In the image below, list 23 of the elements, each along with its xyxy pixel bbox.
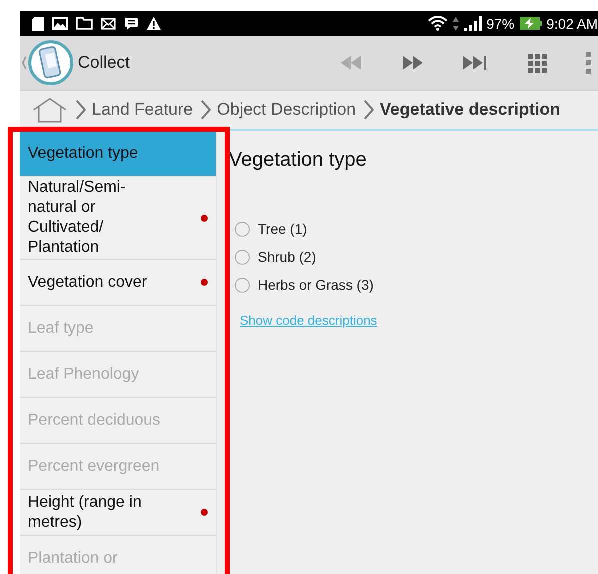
breadcrumb-item[interactable]: Land Feature	[92, 100, 194, 120]
radio-label: Herbs or Grass (3)	[258, 277, 374, 293]
sidebar-item-label: Height (range in metres)	[28, 492, 143, 532]
sidebar-item[interactable]: Vegetation cover	[20, 260, 216, 306]
sidebar-item-label: Vegetation cover	[28, 272, 148, 292]
sidebar-item-label: Plantation or	[28, 548, 118, 568]
sidebar-item[interactable]: Height (range in metres)	[20, 490, 216, 536]
radio-label: Tree (1)	[258, 221, 308, 237]
app-home-button[interactable]: Collect	[20, 40, 130, 86]
clock: 9:02 AM	[546, 16, 598, 32]
sidebar-item-label: Natural/Semi-natural or Cultivated/ Plantation	[28, 178, 127, 258]
breadcrumb-item[interactable]: Vegetative description	[380, 100, 560, 120]
sidebar-item-label: Percent deciduous	[28, 410, 161, 430]
field-title: Vegetation type	[229, 149, 368, 173]
sidebar-item[interactable]: Vegetation type	[20, 131, 216, 177]
sidebar-item-label: Leaf Phenology	[28, 364, 140, 384]
battery-percent: 97%	[486, 16, 515, 32]
sidebar-item-label: Vegetation type	[28, 144, 138, 164]
sidebar-item-label: Leaf type	[28, 318, 94, 338]
sidebar-item[interactable]: Natural/Semi-natural or Cultivated/ Plantation	[20, 177, 216, 260]
breadcrumb-item[interactable]: Object Description	[217, 100, 356, 120]
radio-label: Shrub (2)	[258, 249, 316, 265]
sidebar-item-label: Percent evergreen	[28, 456, 160, 476]
